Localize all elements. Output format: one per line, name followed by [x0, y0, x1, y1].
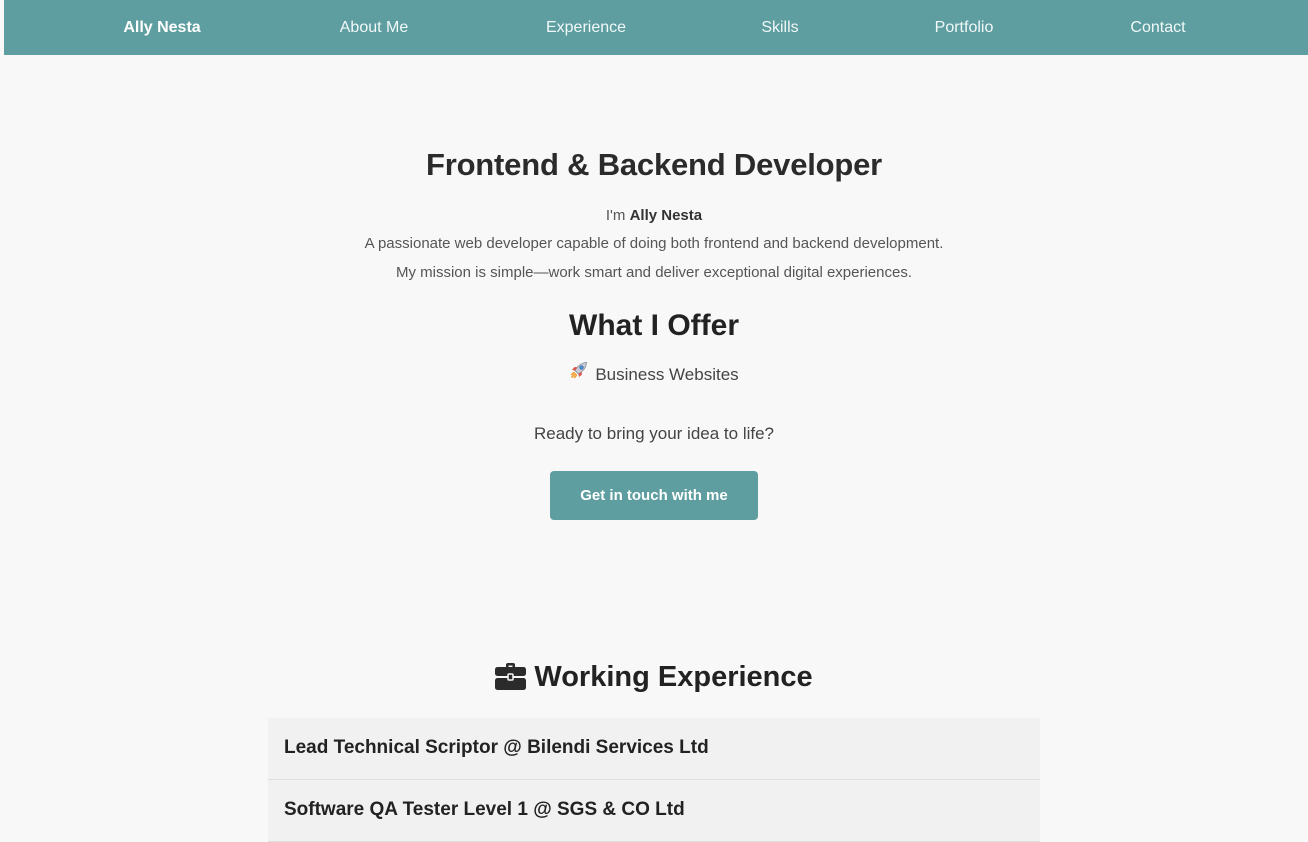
experience-list: Lead Technical Scriptor @ Bilendi Servic… [268, 718, 1040, 842]
offer-item-label: Business Websites [595, 365, 739, 384]
intro-name: Ally Nesta [629, 207, 703, 224]
experience-title-text: Working Experience [534, 661, 813, 693]
nav-link-about[interactable]: About Me [340, 0, 408, 55]
nav-link-skills[interactable]: Skills [761, 0, 798, 55]
hero-title: Frontend & Backend Developer [425, 147, 883, 182]
nav-brand-link[interactable]: Ally Nesta [123, 0, 200, 55]
contact-cta-button[interactable]: Get in touch with me [550, 471, 758, 520]
cta-text: Ready to bring your idea to life? [533, 424, 775, 443]
intro-prefix: I'm [605, 207, 626, 224]
nav-link-experience[interactable]: Experience [546, 0, 626, 55]
description-line-1: A passionate web developer capable of do… [364, 235, 944, 252]
nav-link-portfolio[interactable]: Portfolio [935, 0, 994, 55]
experience-title: Working Experience [0, 661, 1308, 694]
description-line-2: My mission is simple—work smart and deli… [395, 264, 913, 281]
experience-item[interactable]: Software QA Tester Level 1 @ SGS & CO Lt… [268, 780, 1040, 842]
intro-line: I'm Ally Nesta [0, 207, 1308, 224]
experience-item[interactable]: Lead Technical Scriptor @ Bilendi Servic… [268, 718, 1040, 780]
offer-item: Business Websites [0, 360, 1308, 385]
offer-title: What I Offer [569, 309, 739, 342]
nav-link-contact[interactable]: Contact [1130, 0, 1185, 55]
top-navbar: Ally Nesta About Me Experience Skills Po… [4, 0, 1308, 55]
rocket-icon [569, 360, 589, 385]
briefcase-icon [495, 661, 534, 693]
